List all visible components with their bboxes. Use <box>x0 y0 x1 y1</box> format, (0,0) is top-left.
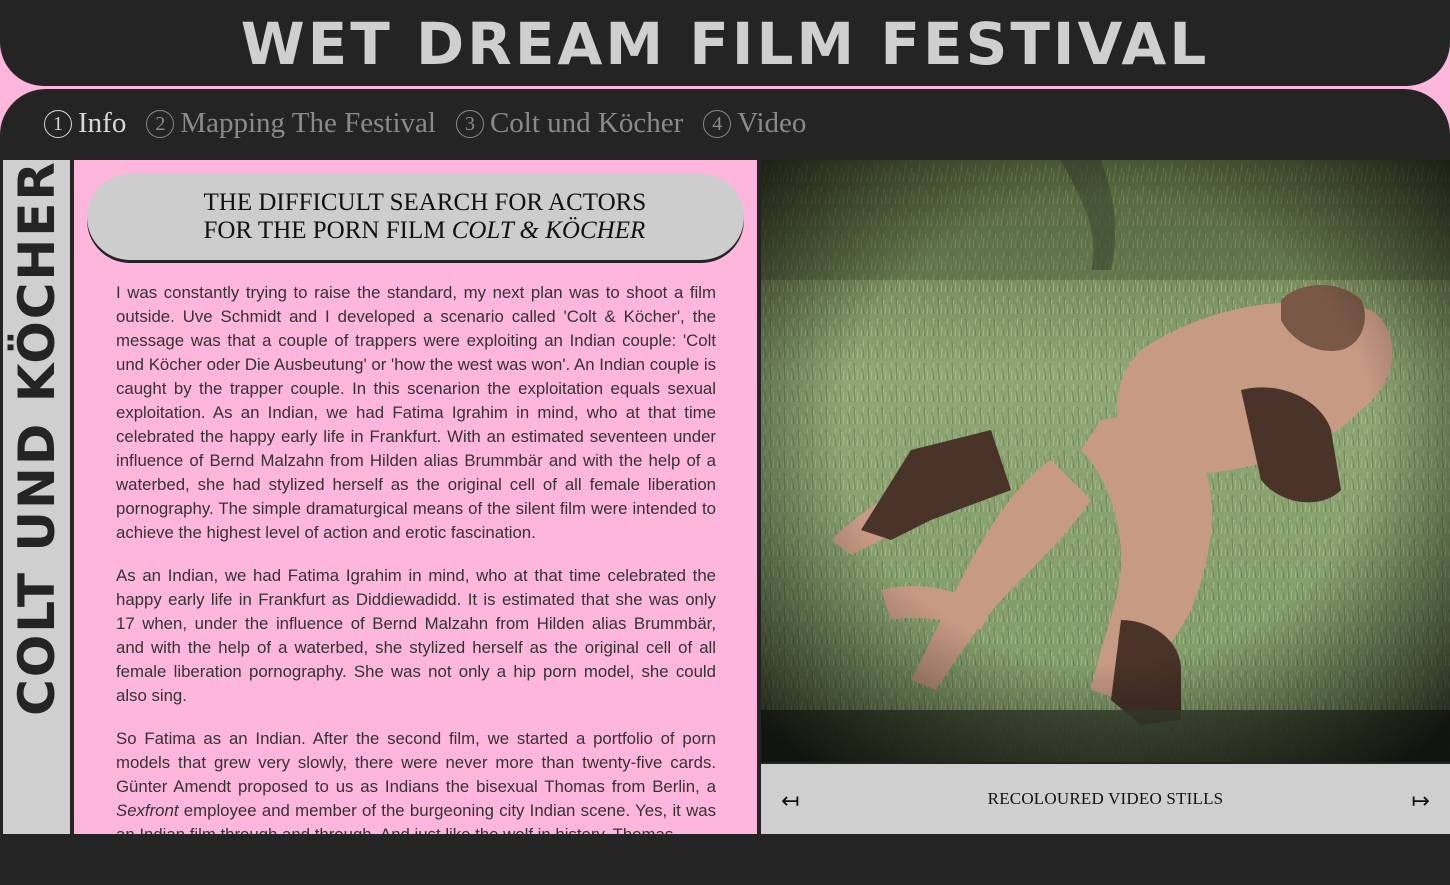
media-panel: ↤ RECOLOURED VIDEO STILLS ↦ <box>761 160 1450 834</box>
article-paragraph: As an Indian, we had Fatima Igrahim in m… <box>116 566 716 705</box>
vertical-section-tab: COLT UND KÖCHER <box>3 160 70 834</box>
nav-item-label: Colt und Köcher <box>489 107 684 139</box>
nav-item-video[interactable]: 4 Video <box>703 107 806 140</box>
nav-number-badge: 4 <box>703 109 732 138</box>
article-body: I was constantly trying to raise the sta… <box>116 281 716 834</box>
video-still-image <box>761 160 1450 762</box>
image-caption: RECOLOURED VIDEO STILLS <box>987 789 1224 808</box>
top-banner: WET DREAM FILM FESTIVAL <box>0 0 1450 86</box>
article-heading-line-1: THE DIFFICULT SEARCH FOR ACTORS <box>203 189 647 216</box>
paragraph-text: So Fatima as an Indian. After the second… <box>116 729 716 796</box>
article-heading: THE DIFFICULT SEARCH FOR ACTORS FOR THE … <box>87 174 744 260</box>
site-title: WET DREAM FILM FESTIVAL <box>240 10 1210 78</box>
nav-number-badge: 2 <box>146 109 175 138</box>
nav-number-badge: 1 <box>44 109 72 138</box>
paragraph-text: employee and member of the burgeoning ci… <box>116 801 716 834</box>
caption-bar: ↤ RECOLOURED VIDEO STILLS ↦ <box>761 764 1450 834</box>
nav-item-label: Info <box>78 107 127 139</box>
previous-arrow-icon[interactable]: ↤ <box>781 785 799 813</box>
heading-prefix: FOR THE PORN FILM <box>203 217 452 244</box>
nav-number-badge: 3 <box>455 109 484 138</box>
article-heading-line-2: FOR THE PORN FILM COLT & KÖCHER <box>203 217 646 245</box>
article-paragraph: I was constantly trying to raise the sta… <box>116 283 716 542</box>
next-arrow-icon[interactable]: ↦ <box>1412 785 1430 813</box>
magazine-title: Sexfront <box>116 801 179 820</box>
nav-item-info[interactable]: 1 Info <box>44 107 126 140</box>
film-title: COLT & KÖCHER <box>451 217 646 244</box>
section-nav: 1 Info 2 Mapping The Festival 3 Colt und… <box>44 107 806 140</box>
main-frame: 1 Info 2 Mapping The Festival 3 Colt und… <box>0 89 1450 885</box>
nav-item-mapping-the-festival[interactable]: 2 Mapping The Festival <box>146 107 436 140</box>
article-panel[interactable]: THE DIFFICULT SEARCH FOR ACTORS FOR THE … <box>74 160 757 834</box>
article-paragraph: So Fatima as an Indian. After the second… <box>116 727 716 834</box>
nav-item-label: Video <box>737 107 807 139</box>
nav-item-colt-und-kocher[interactable]: 3 Colt und Köcher <box>455 107 684 140</box>
film-still-icon <box>761 160 1450 762</box>
vertical-section-title: COLT UND KÖCHER <box>7 160 66 716</box>
nav-item-label: Mapping The Festival <box>180 107 436 139</box>
